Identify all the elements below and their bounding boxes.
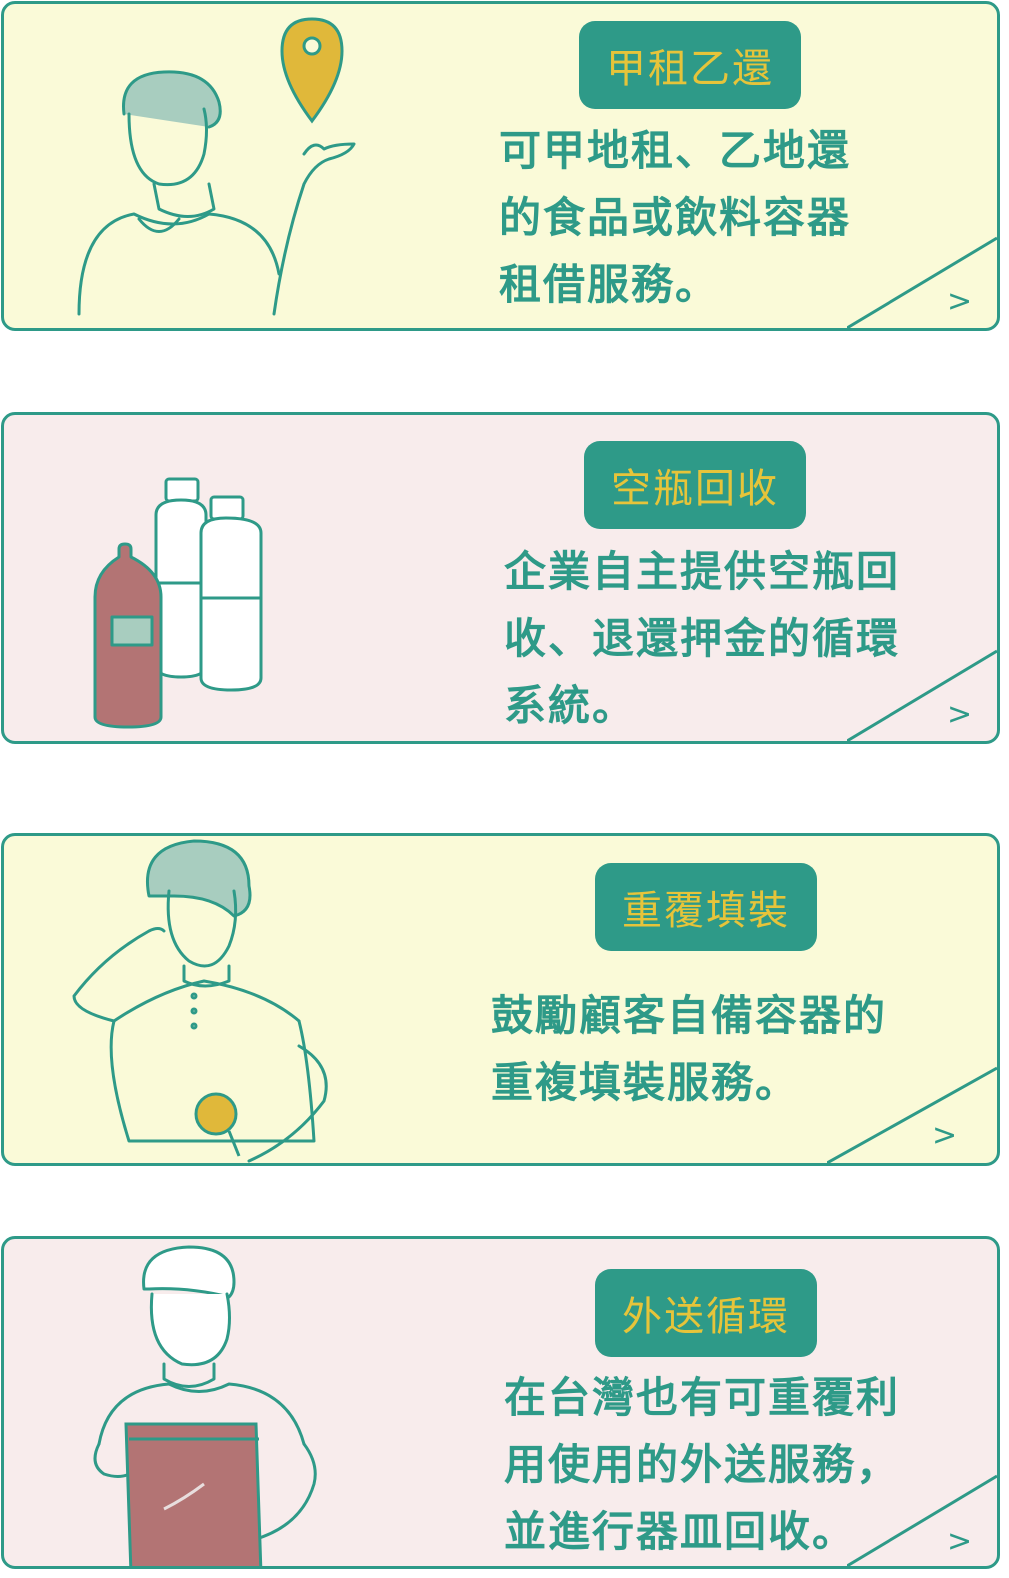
corner-arrow-icon[interactable]: > (847, 1471, 997, 1566)
delivery-bag-icon (124, 1422, 263, 1566)
person-thinking-illustration (72, 839, 328, 1163)
corner-arrow-icon[interactable]: > (827, 1063, 997, 1163)
delivery-person-illustration (93, 1245, 317, 1566)
corner-arrow-icon[interactable]: > (847, 233, 997, 328)
card-description: 在台灣也有可重覆利 用使用的外送服務， 並進行器皿回收。 (504, 1373, 901, 1556)
corner-arrow-icon[interactable]: > (847, 646, 997, 741)
svg-text:>: > (932, 1118, 957, 1153)
svg-text:>: > (947, 1524, 972, 1559)
card-description: 可甲地租、乙地還 的食品或飲料容器 租借服務。 (499, 126, 852, 309)
card-title: 重覆填裝 (595, 863, 817, 951)
card-title: 空瓶回收 (584, 441, 806, 529)
location-pin-icon (280, 17, 344, 124)
card-title: 外送循環 (595, 1269, 817, 1357)
card-refill[interactable]: 重覆填裝 鼓勵顧客自備容器的 重複填裝服務。 > (1, 833, 1000, 1166)
card-rent-return[interactable]: 甲租乙還 可甲地租、乙地還 的食品或飲料容器 租借服務。 > (1, 1, 1000, 331)
bottles-illustration (93, 477, 263, 729)
person-with-location-pin-illustration (77, 17, 356, 316)
card-title: 甲租乙還 (579, 21, 801, 109)
coin-icon (194, 1092, 241, 1157)
card-delivery-loop[interactable]: 外送循環 在台灣也有可重覆利 用使用的外送服務， 並進行器皿回收。 > (1, 1236, 1000, 1569)
card-bottle-recycling[interactable]: 空瓶回收 企業自主提供空瓶回 收、退還押金的循環 系統。 > (1, 412, 1000, 744)
card-description: 企業自主提供空瓶回 收、退還押金的循環 系統。 (504, 547, 901, 730)
svg-text:>: > (947, 284, 972, 319)
svg-text:>: > (947, 697, 972, 732)
